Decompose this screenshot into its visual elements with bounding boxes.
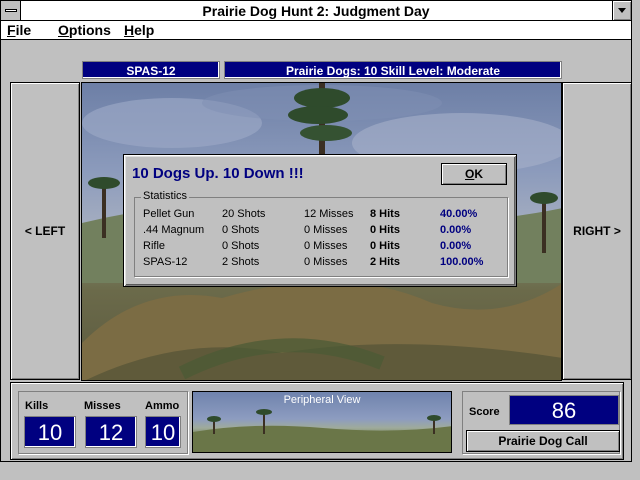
title-bar: Prairie Dog Hunt 2: Judgment Day — [1, 1, 631, 21]
menu-bar: File Options Help — [1, 21, 631, 40]
stat-hits: 0 Hits — [370, 240, 400, 252]
stat-shots: 2 Shots — [222, 256, 260, 268]
counters-group: Kills 10 Misses 12 Ammo 10 — [18, 391, 188, 454]
stat-weapon: Rifle — [143, 240, 166, 252]
window-title: Prairie Dog Hunt 2: Judgment Day — [202, 3, 430, 19]
menu-options[interactable]: Options — [58, 22, 111, 38]
stat-shots: 0 Shots — [222, 224, 260, 236]
dialog-title: 10 Dogs Up. 10 Down !!! — [132, 165, 304, 182]
triangle-down-icon — [618, 8, 626, 13]
tree-foliage — [88, 177, 120, 189]
stat-hits: 2 Hits — [370, 256, 400, 268]
stat-row: Rifle 0 Shots 0 Misses 0 Hits 0.00% — [135, 240, 509, 256]
statistics-label: Statistics — [141, 190, 190, 202]
ammo-counter: 10 — [145, 416, 181, 448]
game-window: Prairie Dog Hunt 2: Judgment Day File Op… — [0, 0, 632, 462]
score-display: 86 — [509, 395, 619, 425]
stat-percent: 0.00% — [440, 224, 472, 236]
tree-foliage — [530, 192, 558, 204]
results-dialog: 10 Dogs Up. 10 Down !!! OK Statistics Pe… — [123, 154, 517, 287]
stat-weapon: SPAS-12 — [143, 256, 188, 268]
peripheral-view: Peripheral View — [192, 391, 452, 453]
tree-foliage — [207, 416, 221, 422]
stat-row: SPAS-12 2 Shots 0 Misses 2 Hits 100.00% — [135, 256, 509, 272]
menu-help[interactable]: Help — [124, 22, 154, 38]
tree-foliage — [288, 106, 348, 124]
stat-hits: 0 Hits — [370, 224, 400, 236]
status-strip: SPAS-12 Prairie Dogs: 10 Skill Level: Mo… — [10, 61, 624, 79]
tree-foliage — [294, 88, 350, 108]
stat-percent: 100.00% — [440, 256, 484, 268]
stat-shots: 0 Shots — [222, 240, 260, 252]
stat-misses: 0 Misses — [304, 256, 348, 268]
stat-hits: 8 Hits — [370, 208, 400, 220]
menu-help-label: elp — [134, 22, 155, 38]
menu-file[interactable]: File — [7, 22, 31, 38]
tree-foliage — [427, 415, 441, 421]
menu-help-hotkey: H — [124, 22, 135, 38]
ammo-label: Ammo — [145, 400, 180, 412]
system-menu-icon — [5, 9, 17, 12]
menu-options-label: ptions — [68, 22, 111, 38]
menu-file-hotkey: F — [7, 22, 16, 38]
ok-button-label: K — [474, 167, 483, 181]
look-left-button[interactable]: < LEFT — [10, 82, 80, 380]
stat-misses: 0 Misses — [304, 240, 348, 252]
score-label: Score — [469, 406, 500, 418]
current-weapon-display: SPAS-12 — [82, 61, 220, 79]
minimize-button[interactable] — [612, 1, 631, 20]
stat-weapon: Pellet Gun — [143, 208, 195, 220]
stat-row: .44 Magnum 0 Shots 0 Misses 0 Hits 0.00% — [135, 224, 509, 240]
stat-percent: 40.00% — [440, 208, 478, 220]
game-info-display: Prairie Dogs: 10 Skill Level: Moderate — [224, 61, 562, 79]
ok-button-hotkey: O — [464, 167, 475, 181]
tree-foliage — [256, 409, 272, 415]
stat-misses: 0 Misses — [304, 224, 348, 236]
stat-misses: 12 Misses — [304, 208, 354, 220]
menu-file-label: ile — [15, 22, 32, 38]
peripheral-hills — [193, 425, 451, 452]
bottom-panel: Kills 10 Misses 12 Ammo 10 Peripheral Vi… — [10, 382, 624, 460]
peripheral-view-label: Peripheral View — [283, 394, 361, 406]
score-group: Score 86 Prairie Dog Call — [462, 391, 620, 454]
stat-percent: 0.00% — [440, 240, 472, 252]
kills-counter: 10 — [24, 416, 76, 448]
menu-options-hotkey: O — [58, 22, 69, 38]
stat-weapon: .44 Magnum — [143, 224, 205, 236]
statistics-group: Statistics Pellet Gun 20 Shots 12 Misses… — [134, 190, 509, 277]
misses-counter: 12 — [85, 416, 137, 448]
look-right-button[interactable]: RIGHT > — [562, 82, 632, 380]
kills-label: Kills — [25, 400, 49, 412]
stat-shots: 20 Shots — [222, 208, 266, 220]
ok-button[interactable]: OK — [441, 163, 507, 185]
system-menu-button[interactable] — [1, 1, 21, 20]
prairie-dog-call-button[interactable]: Prairie Dog Call — [466, 430, 620, 452]
stat-row: Pellet Gun 20 Shots 12 Misses 8 Hits 40.… — [135, 208, 509, 224]
tree-foliage — [300, 125, 352, 141]
misses-label: Misses — [84, 400, 121, 412]
